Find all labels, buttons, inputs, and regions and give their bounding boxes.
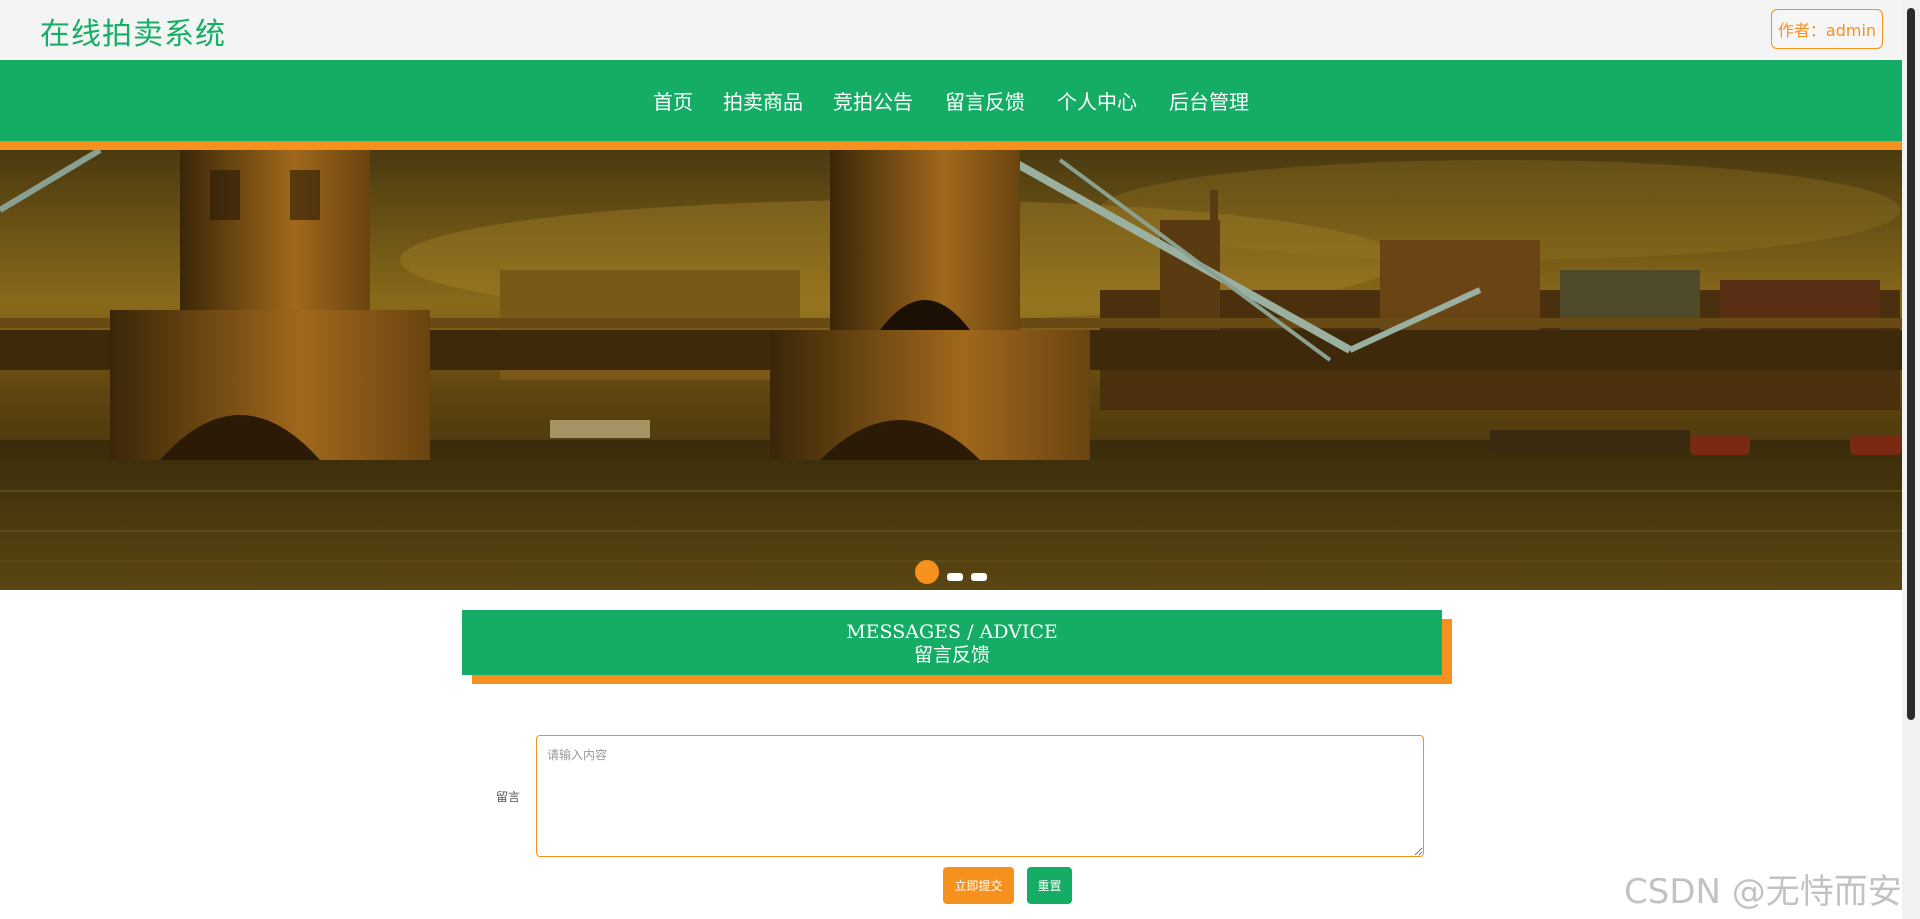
site-title[interactable]: 在线拍卖系统	[40, 9, 226, 53]
top-bar: 在线拍卖系统 作者：admin	[0, 0, 1902, 60]
scrollbar-thumb[interactable]	[1907, 8, 1915, 720]
submit-button[interactable]: 立即提交	[943, 867, 1014, 904]
message-label: 留言	[496, 790, 521, 804]
carousel-dot-3[interactable]	[971, 573, 987, 581]
author-button[interactable]: 作者：admin	[1771, 9, 1883, 49]
nav-item-personal-center[interactable]: 个人中心	[1041, 86, 1153, 115]
carousel-dot-2[interactable]	[947, 573, 963, 581]
message-input[interactable]	[536, 735, 1424, 857]
nav-item-home[interactable]: 首页	[637, 86, 709, 115]
nav-item-message-feedback[interactable]: 留言反馈	[929, 86, 1041, 115]
banner-carousel[interactable]	[0, 150, 1902, 590]
nav-item-bid-announcement[interactable]: 竞拍公告	[817, 86, 929, 115]
main-nav: 首页 拍卖商品 竞拍公告 留言反馈 个人中心 后台管理	[0, 60, 1902, 141]
section-title-en: MESSAGES / ADVICE	[846, 621, 1058, 643]
watermark: CSDN @无恃而安	[1624, 872, 1902, 912]
nav-item-auction-goods[interactable]: 拍卖商品	[709, 86, 817, 115]
section-title-cn: 留言反馈	[913, 644, 990, 666]
carousel-indicators	[0, 560, 1902, 584]
carousel-dot-1[interactable]	[915, 560, 939, 584]
nav-accent-strip	[0, 141, 1902, 150]
nav-item-admin[interactable]: 后台管理	[1153, 86, 1265, 115]
section-heading: MESSAGES / ADVICE 留言反馈	[462, 610, 1442, 675]
banner-image	[0, 150, 1902, 590]
reset-button[interactable]: 重置	[1027, 867, 1072, 904]
